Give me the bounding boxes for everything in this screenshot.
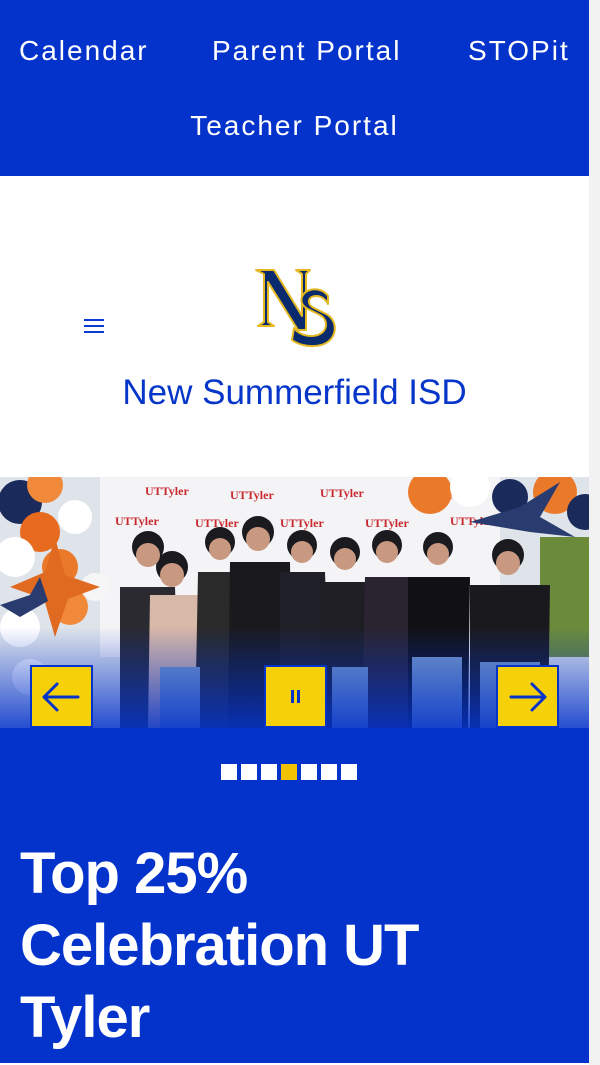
slideshow-dot[interactable] [221, 764, 237, 780]
svg-text:UTTyler: UTTyler [320, 486, 364, 500]
nav-link-teacher-portal[interactable]: Teacher Portal [0, 109, 589, 143]
svg-text:UTTyler: UTTyler [280, 516, 324, 530]
slideshow-dot[interactable] [321, 764, 337, 780]
svg-text:UTTyler: UTTyler [145, 484, 189, 498]
hamburger-icon[interactable] [82, 316, 106, 336]
slideshow-prev-button[interactable] [30, 665, 93, 728]
slideshow-next-button[interactable] [496, 665, 559, 728]
utility-nav: Calendar Parent Portal STOPit Teacher Po… [0, 0, 589, 176]
site-header: New Summerfield ISD [0, 176, 589, 477]
svg-text:UTTyler: UTTyler [115, 514, 159, 528]
school-logo[interactable] [250, 260, 340, 360]
svg-text:UTTyler: UTTyler [365, 516, 409, 530]
slideshow-dot[interactable] [301, 764, 317, 780]
arrow-right-icon [509, 682, 547, 712]
arrow-left-icon [42, 682, 80, 712]
nav-link-parent-portal[interactable]: Parent Portal [212, 34, 401, 68]
slide-title[interactable]: Top 25% Celebration UT Tyler [20, 838, 560, 1054]
slideshow-dot[interactable] [341, 764, 357, 780]
nav-link-calendar[interactable]: Calendar [19, 34, 149, 68]
slideshow-pause-button[interactable] [264, 665, 327, 728]
slideshow-dot[interactable] [261, 764, 277, 780]
nav-link-stopit[interactable]: STOPit [468, 34, 570, 68]
slideshow-pagination [221, 764, 361, 780]
slideshow-dot[interactable] [241, 764, 257, 780]
scrollbar-gutter[interactable] [589, 0, 600, 1065]
slide-caption-panel: Top 25% Celebration UT Tyler [0, 728, 589, 1063]
pause-icon [291, 690, 300, 703]
school-name[interactable]: New Summerfield ISD [0, 372, 589, 414]
svg-text:UTTyler: UTTyler [230, 488, 274, 502]
hero-slideshow: UTTyler UTTyler UTTyler UTTyler UTTyler UTTy… [0, 477, 589, 728]
slideshow-dot[interactable] [281, 764, 297, 780]
